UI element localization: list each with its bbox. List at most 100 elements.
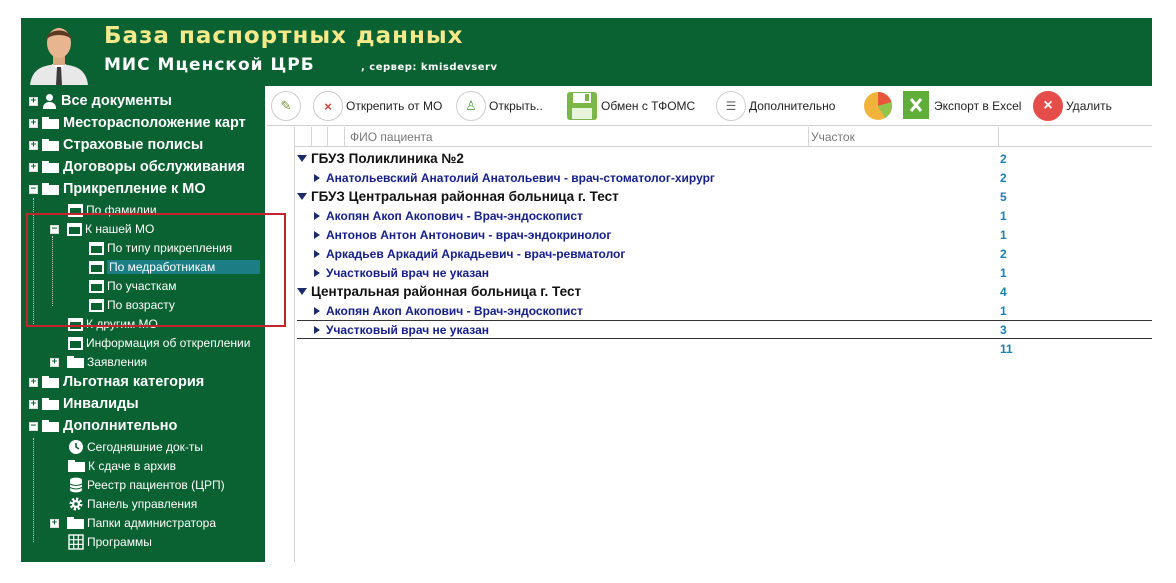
delete-button[interactable]: × Удалить xyxy=(1033,90,1112,122)
open-button[interactable]: ♙ Открыть.. xyxy=(456,90,543,122)
collapse-icon[interactable]: − xyxy=(29,421,38,431)
expand-arrow-icon[interactable] xyxy=(314,249,320,258)
person-icon xyxy=(42,93,57,109)
expand-arrow-icon[interactable] xyxy=(314,325,320,334)
sidebar-item-label: Реестр пациентов (ЦРП) xyxy=(87,478,225,492)
tfoms-exchange-button[interactable]: Обмен с ТФОМС xyxy=(566,90,695,122)
sidebar-item-disabled[interactable]: + Инвалиды xyxy=(29,394,139,414)
folder-icon xyxy=(42,398,59,410)
staff-name: Участковый врач не указан xyxy=(326,265,490,280)
export-excel-button[interactable]: Экспорт в Excel xyxy=(903,90,1021,122)
column-header-patient[interactable]: ФИО пациента xyxy=(350,130,433,144)
expand-arrow-icon[interactable] xyxy=(314,173,320,182)
folder-icon xyxy=(42,183,59,195)
delete-label: Удалить xyxy=(1066,99,1112,113)
sidebar-item-benefits[interactable]: + Льготная категория xyxy=(29,372,204,392)
table-row[interactable]: Участковый врач не указан 1 xyxy=(297,263,1152,282)
table-row[interactable]: Анатольевский Анатолий Анатольевич - вра… xyxy=(297,168,1152,187)
group-row[interactable]: ГБУЗ Поликлиника №2 2 xyxy=(297,149,1152,168)
table-row[interactable]: Аркадьев Аркадий Аркадьевич - врач-ревма… xyxy=(297,244,1152,263)
expand-arrow-icon[interactable] xyxy=(314,211,320,220)
edit-button[interactable]: ✎ xyxy=(271,90,304,122)
sidebar-item-detach-info[interactable]: Информация об откреплении xyxy=(68,333,250,353)
folder-icon xyxy=(68,460,85,472)
sidebar-item-insurance[interactable]: + Страховые полисы xyxy=(29,135,203,155)
sidebar-item-today-docs[interactable]: Сегодняшние док-ты xyxy=(68,437,203,457)
collapse-arrow-icon[interactable] xyxy=(297,288,307,295)
row-count: 1 xyxy=(1000,303,1007,318)
sidebar-item-contracts[interactable]: + Договоры обслуживания xyxy=(29,157,245,177)
highlight-frame xyxy=(26,213,286,327)
folder-icon xyxy=(42,376,59,388)
close-icon: × xyxy=(313,91,343,121)
sidebar-item-programs[interactable]: Программы xyxy=(68,532,152,552)
export-excel-label: Экспорт в Excel xyxy=(934,99,1022,113)
tree-guide xyxy=(33,438,34,542)
folder-icon xyxy=(42,117,59,129)
app-header: База паспортных данных МИС Мценской ЦРБ … xyxy=(21,18,1152,86)
gear-icon xyxy=(69,497,83,511)
sidebar-item-label: Программы xyxy=(87,535,152,549)
expand-icon[interactable]: + xyxy=(50,518,59,528)
group-name: ГБУЗ Поликлиника №2 xyxy=(311,151,464,166)
table-row[interactable]: Акопян Акоп Акопович - Врач-эндоскопист … xyxy=(297,301,1152,320)
sidebar-item-card-location[interactable]: + Месторасположение карт xyxy=(29,113,246,133)
detach-label: Открепить от МО xyxy=(346,99,443,113)
detach-button[interactable]: × Открепить от МО xyxy=(313,90,442,122)
sidebar-item-admin-folders[interactable]: + Папки администратора xyxy=(50,513,216,533)
sidebar-item-archive[interactable]: К сдаче в архив xyxy=(68,456,176,476)
sidebar-item-label: Дополнительно xyxy=(63,418,178,434)
folder-icon xyxy=(42,420,59,432)
total-count: 11 xyxy=(1000,341,1013,356)
collapse-arrow-icon[interactable] xyxy=(297,155,307,162)
expand-icon[interactable]: + xyxy=(29,96,38,106)
sidebar-item-label: Заявления xyxy=(87,355,148,369)
table-row[interactable]: Акопян Акоп Акопович - Врач-эндоскопист … xyxy=(297,206,1152,225)
group-row[interactable]: Центральная районная больница г. Тест 4 xyxy=(297,282,1152,301)
expand-arrow-icon[interactable] xyxy=(314,306,320,315)
chart-button[interactable] xyxy=(863,90,893,122)
folder-icon xyxy=(67,356,84,368)
staff-name: Акопян Акоп Акопович - Врач-эндоскопист xyxy=(326,303,583,318)
sidebar-item-label: Папки администратора xyxy=(87,516,217,530)
sidebar-item-all-documents[interactable]: + Все документы xyxy=(29,91,172,111)
delete-icon: × xyxy=(1033,91,1063,121)
column-divider xyxy=(327,127,328,147)
row-count: 2 xyxy=(1000,170,1007,185)
group-row[interactable]: ГБУЗ Центральная районная больница г. Те… xyxy=(297,187,1152,206)
expand-arrow-icon[interactable] xyxy=(314,268,320,277)
clock-icon xyxy=(69,440,83,454)
sidebar-item-label: Сегодняшние док-ты xyxy=(87,440,203,454)
sidebar-item-applications[interactable]: + Заявления xyxy=(50,352,147,372)
sidebar-item-additional[interactable]: − Дополнительно xyxy=(29,416,177,436)
sidebar-item-label: Информация об откреплении xyxy=(86,336,251,350)
table-row[interactable]: Антонов Антон Антонович - врач-эндокрино… xyxy=(297,225,1152,244)
sidebar-item-attachment[interactable]: − Прикрепление к МО xyxy=(29,179,206,199)
collapse-arrow-icon[interactable] xyxy=(297,193,307,200)
database-icon xyxy=(69,477,83,493)
additional-button[interactable]: ☰ Дополнительно xyxy=(716,90,835,122)
expand-arrow-icon[interactable] xyxy=(314,230,320,239)
expand-icon[interactable]: + xyxy=(29,118,38,128)
expand-icon[interactable]: + xyxy=(29,162,38,172)
table-row-selected[interactable]: Участковый врач не указан 3 xyxy=(297,320,1152,339)
folder-icon xyxy=(42,139,59,151)
sidebar-item-label: К сдаче в архив xyxy=(88,459,176,473)
sidebar-item-control-panel[interactable]: Панель управления xyxy=(68,494,197,514)
server-label: , сервер: kmisdevserv xyxy=(361,62,498,73)
column-divider xyxy=(998,127,999,147)
column-header-district[interactable]: Участок xyxy=(811,130,855,144)
list-icon: ☰ xyxy=(716,91,746,121)
expand-icon[interactable]: + xyxy=(29,140,38,150)
excel-icon xyxy=(903,91,929,119)
expand-icon[interactable]: + xyxy=(50,357,59,367)
expand-icon[interactable]: + xyxy=(29,399,38,409)
expand-icon[interactable]: + xyxy=(29,377,38,387)
group-name: ГБУЗ Центральная районная больница г. Те… xyxy=(311,189,619,204)
app-title: База паспортных данных xyxy=(104,23,464,49)
column-divider xyxy=(311,127,312,147)
sidebar-item-registry[interactable]: Реестр пациентов (ЦРП) xyxy=(68,475,225,495)
collapse-icon[interactable]: − xyxy=(29,184,38,194)
folder-icon xyxy=(42,161,59,173)
sidebar-item-label: Месторасположение карт xyxy=(63,115,246,131)
